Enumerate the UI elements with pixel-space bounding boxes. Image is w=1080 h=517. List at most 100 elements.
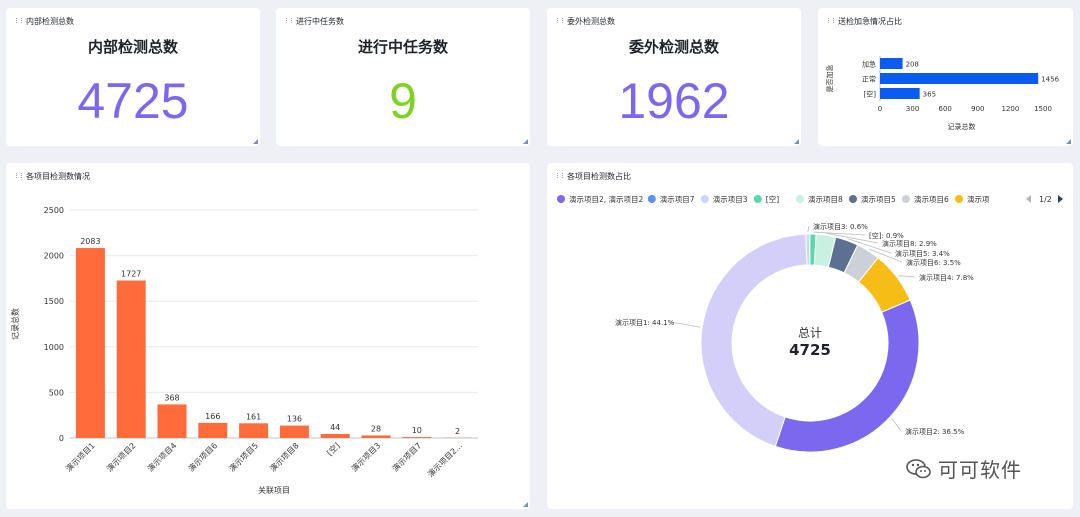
x-tick-label: 300	[906, 105, 919, 113]
legend-marker	[753, 195, 762, 203]
x-tick-label: 演示项目8	[268, 440, 301, 473]
kpi-label: 进行中任务数	[357, 38, 448, 56]
x-tick-label: 演示项目4	[145, 440, 178, 473]
card-title-text: 委外检测总数	[567, 17, 615, 26]
x-tick-label: 演示项目2	[104, 440, 137, 473]
bar	[279, 425, 309, 438]
kpi-card-internal: 内部检测总数 内部检测总数 4725	[6, 8, 260, 146]
bar	[402, 437, 432, 438]
brand-text: 可可软件	[938, 458, 1022, 482]
legend-item: 演示项目8	[808, 194, 843, 204]
donut-slice	[805, 233, 811, 266]
legend-marker	[849, 195, 857, 203]
projects-bar-chart: 0 500 1000 1500 2000 2500 2083 演示项目1 1727 演示项目2 36…	[10, 206, 478, 495]
y-tick-label: 1000	[44, 343, 64, 352]
legend-next-icon	[1058, 195, 1063, 203]
data-label: 136	[287, 415, 302, 424]
donut-center-label: 总计	[798, 326, 822, 340]
bar	[116, 280, 146, 438]
kpi-value: 4725	[77, 73, 189, 129]
wechat-icon	[906, 458, 931, 478]
data-label: 1727	[121, 269, 141, 278]
drag-handle-icon[interactable]	[286, 18, 292, 25]
donut-slice	[774, 299, 920, 453]
resize-handle-icon[interactable]	[1066, 139, 1071, 144]
kpi-card-external: 委外检测总数 委外检测总数 1962	[547, 8, 801, 146]
donut-center-value: 4725	[789, 341, 831, 359]
bar	[320, 433, 350, 438]
legend-marker	[955, 195, 963, 203]
data-label: 365	[923, 91, 936, 99]
legend-item: 演示项目2, 演示项目2	[569, 194, 644, 204]
bar	[880, 73, 1039, 84]
y-tick-label: 500	[49, 388, 64, 397]
y-axis-title: 是否加急	[825, 65, 834, 93]
y-tick-label: 1500	[44, 297, 64, 306]
bar	[880, 58, 903, 69]
bar	[239, 423, 269, 438]
resize-handle-icon[interactable]	[794, 139, 799, 144]
card-title-text: 内部检测总数	[26, 17, 74, 26]
slice-label: 演示项目1: 44.1%	[615, 318, 675, 327]
resize-handle-icon[interactable]	[523, 139, 528, 144]
projects-chart-card: 各项目检测数情况 0 500 1000 1500 2000 2500 2083 演示项目1 17…	[6, 163, 530, 509]
data-label: 2083	[80, 237, 100, 246]
data-label: 10	[412, 426, 422, 435]
bar	[198, 422, 228, 438]
resize-handle-icon[interactable]	[523, 502, 528, 507]
legend-pager: 1/2	[1039, 195, 1052, 204]
x-tick-label: 演示项目2...	[425, 440, 464, 479]
bar	[75, 248, 105, 438]
resize-handle-icon[interactable]	[253, 139, 258, 144]
y-tick-label: 0	[59, 434, 64, 443]
x-tick-label: 0	[878, 105, 882, 113]
data-label: 166	[205, 412, 220, 421]
x-axis-title: 记录总数	[948, 122, 976, 131]
y-axis-title: 记录总数	[10, 308, 20, 340]
data-label: 161	[246, 412, 261, 421]
leader-line	[671, 321, 701, 328]
data-label: 44	[330, 423, 340, 432]
x-tick-label: [空]	[324, 440, 341, 457]
slice-label: 演示项目5: 3.4%	[895, 249, 950, 258]
kpi-value: 9	[389, 73, 417, 129]
x-tick-label: 演示项目7	[390, 440, 423, 473]
x-tick-label: 演示项目3	[349, 440, 382, 473]
x-tick-label: 演示项目5	[227, 440, 260, 473]
slice-label: 演示项目2: 36.5%	[905, 427, 965, 436]
kpi-label: 委外检测总数	[628, 38, 719, 56]
slice-label: 演示项目4: 7.8%	[919, 273, 974, 282]
x-tick-label: 1200	[1001, 105, 1019, 113]
drag-handle-icon[interactable]	[557, 18, 563, 25]
x-tick-label: 600	[939, 105, 952, 113]
slice-label: 演示项目8: 2.9%	[882, 239, 937, 248]
urgency-bar-chart: 加急 208 正常 1456 [空] 365 0 300 600 900 1200 1500 记录总数 是…	[825, 56, 1060, 131]
leader-line	[891, 417, 902, 432]
y-tick-label: 加急	[862, 60, 876, 69]
card-title: 内部检测总数	[16, 16, 74, 27]
bar	[361, 435, 391, 438]
drag-handle-icon[interactable]	[16, 18, 22, 25]
legend-marker	[700, 195, 709, 203]
slice-label: [空]: 0.9%	[869, 231, 904, 240]
kpi-label: 内部检测总数	[87, 38, 178, 56]
x-tick-label: 1500	[1034, 105, 1052, 113]
kpi-value: 1962	[618, 73, 730, 129]
y-tick-label: 2500	[44, 206, 64, 215]
bar	[157, 404, 187, 438]
legend-marker	[647, 195, 656, 203]
legend-item: 演示项目7	[660, 194, 695, 204]
legend-marker	[557, 195, 565, 203]
legend-marker	[902, 195, 910, 203]
legend-prev-icon	[1026, 195, 1031, 203]
leader-line	[807, 225, 810, 233]
card-title-text: 进行中任务数	[296, 17, 344, 26]
urgency-chart-card: 送检加急情况占比 加急 208 正常 1456 [空] 365 0 300 600 900 1200…	[818, 8, 1073, 146]
x-tick-label: 演示项目1	[64, 440, 97, 473]
leader-line	[898, 275, 916, 278]
card-title: 委外检测总数	[557, 16, 615, 27]
data-label: 28	[371, 424, 381, 433]
legend-item: 演示项目3	[713, 194, 748, 204]
bar	[880, 88, 920, 99]
x-tick-label: 900	[971, 105, 984, 113]
